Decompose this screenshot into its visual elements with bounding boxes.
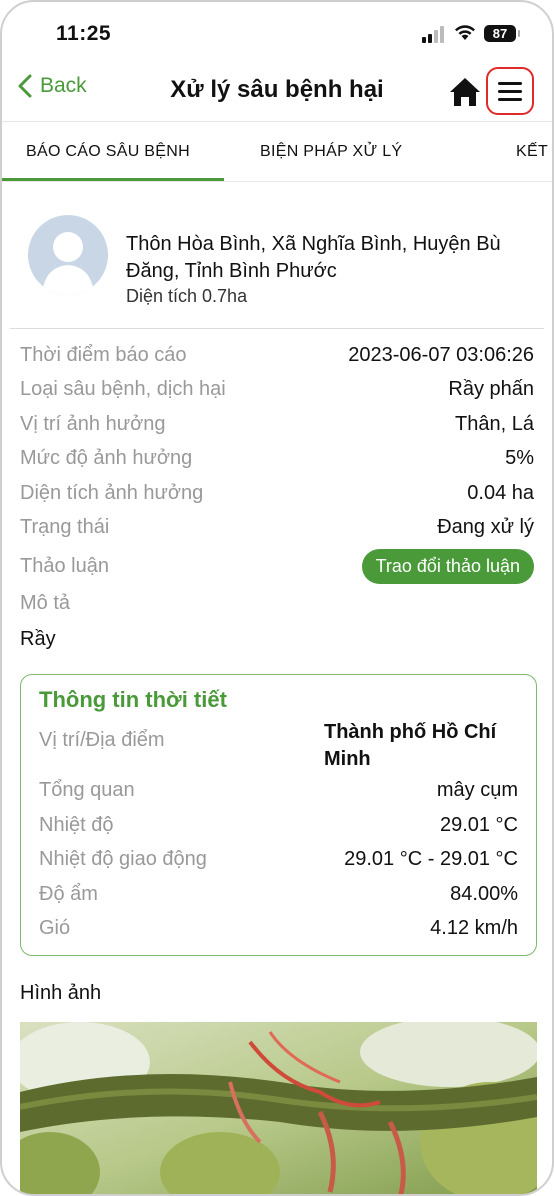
weather-overview-label: Tổng quan xyxy=(39,779,135,801)
home-icon[interactable] xyxy=(448,76,482,108)
weather-wind-label: Gió xyxy=(39,917,71,939)
tab-treatment[interactable]: BIỆN PHÁP XỬ LÝ xyxy=(260,143,402,161)
menu-line xyxy=(498,97,522,101)
weather-temp-row: Nhiệt độ 29.01 °C xyxy=(39,814,518,837)
weather-temp-range-row: Nhiệt độ giao động 29.01 °C - 29.01 °C xyxy=(39,848,518,871)
weather-temp-value: 29.01 °C xyxy=(439,814,518,836)
weather-temp-range-value: 29.01 °C - 29.01 °C xyxy=(344,848,518,870)
status-bar: 11:25 87 xyxy=(2,2,552,64)
weather-overview-value: mây cụm xyxy=(436,779,518,801)
weather-location-value: Thành phố Hồ Chí Minh xyxy=(324,721,497,770)
tab-pest-report[interactable]: BÁO CÁO SÂU BỆNH xyxy=(26,143,190,161)
status-value: Đang xử lý xyxy=(437,515,534,538)
severity-label: Mức độ ảnh hưởng xyxy=(20,446,193,469)
weather-wind-row: Gió 4.12 km/h xyxy=(39,917,518,940)
affected-area-label: Diện tích ảnh hưởng xyxy=(20,481,204,504)
affected-position-value: Thân, Lá xyxy=(455,412,534,435)
user-placeholder-icon xyxy=(42,232,94,295)
description-value: Rầy xyxy=(20,628,56,650)
weather-temp-label: Nhiệt độ xyxy=(39,814,114,836)
weather-title: Thông tin thời tiết xyxy=(39,687,227,712)
affected-position-row: Vị trí ảnh hưởng Thân, Lá xyxy=(20,409,534,439)
menu-line xyxy=(498,89,522,93)
weather-wind-value: 4.12 km/h xyxy=(430,917,518,939)
weather-humidity-row: Độ ẩm 84.00% xyxy=(39,883,518,906)
navigation-bar: Back Xử lý sâu bệnh hại xyxy=(2,64,552,120)
affected-area-row: Diện tích ảnh hưởng 0.04 ha xyxy=(20,478,534,508)
weather-temp-range-label: Nhiệt độ giao động xyxy=(39,848,207,870)
farm-address: Thôn Hòa Bình, Xã Nghĩa Bình, Huyện Bù Đ… xyxy=(126,233,501,282)
phone-frame: 11:25 87 Back Xử lý sâu bệnh hại BÁO CÁO… xyxy=(0,0,554,1196)
pest-photo[interactable] xyxy=(20,1022,537,1194)
tab-bar: BÁO CÁO SÂU BỆNH BIỆN PHÁP XỬ LÝ KẾT xyxy=(2,121,552,182)
tab-result[interactable]: KẾT xyxy=(516,143,548,161)
status-row: Trạng thái Đang xử lý xyxy=(20,512,534,542)
avatar xyxy=(28,215,108,295)
pest-type-row: Loại sâu bệnh, dịch hại Rầy phấn xyxy=(20,374,534,404)
battery-icon: 87 xyxy=(484,25,520,42)
weather-overview-row: Tổng quan mây cụm xyxy=(39,779,518,802)
signal-icon xyxy=(422,26,448,43)
weather-humidity-label: Độ ẩm xyxy=(39,883,98,905)
images-label: Hình ảnh xyxy=(20,982,102,1004)
pest-type-label: Loại sâu bệnh, dịch hại xyxy=(20,377,226,400)
divider xyxy=(10,328,544,329)
status-time: 11:25 xyxy=(56,22,112,45)
discussion-button[interactable]: Trao đổi thảo luận xyxy=(361,548,534,584)
discussion-row: Thảo luận Trao đổi thảo luận xyxy=(20,548,534,584)
active-tab-indicator xyxy=(2,178,224,181)
durian-branch-photo xyxy=(20,1022,537,1194)
description-label: Mô tả xyxy=(20,592,71,614)
severity-value: 5% xyxy=(505,446,534,469)
affected-position-label: Vị trí ảnh hưởng xyxy=(20,412,166,435)
affected-area-value: 0.04 ha xyxy=(467,481,534,504)
weather-location-label: Vị trí/Địa điểm xyxy=(39,729,165,751)
farm-area: Diện tích 0.7ha xyxy=(126,286,248,306)
wifi-icon xyxy=(455,25,475,40)
severity-row: Mức độ ảnh hưởng 5% xyxy=(20,443,534,473)
report-time-row: Thời điểm báo cáo 2023-06-07 03:06:26 xyxy=(20,340,534,370)
status-label: Trạng thái xyxy=(20,515,110,538)
report-time-value: 2023-06-07 03:06:26 xyxy=(348,343,534,366)
weather-humidity-value: 84.00% xyxy=(450,883,518,905)
menu-button[interactable] xyxy=(486,67,534,115)
menu-line xyxy=(498,81,522,85)
weather-card: Thông tin thời tiết Vị trí/Địa điểm Thàn… xyxy=(20,674,537,956)
pest-type-value: Rầy phấn xyxy=(448,377,534,400)
discussion-label: Thảo luận xyxy=(20,554,109,577)
report-time-label: Thời điểm báo cáo xyxy=(20,343,187,366)
